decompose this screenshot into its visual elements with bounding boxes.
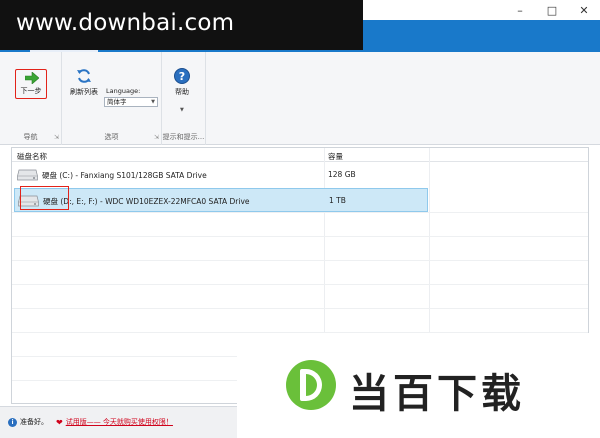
help-button[interactable]: ? 帮助: [169, 66, 195, 98]
disk-row[interactable]: 硬盘 (C:) - Fanxiang S101/128GB SATA Drive…: [14, 163, 428, 187]
status-ready: i 准备好。: [8, 417, 48, 427]
list-header: 磁盘名称 容量: [12, 148, 588, 162]
logo-watermark: 当百下载: [237, 333, 600, 438]
column-header-size[interactable]: 容量: [328, 151, 343, 162]
next-step-button[interactable]: 下一步: [15, 69, 47, 99]
window-controls: – □ ✕: [504, 0, 600, 20]
group-label-navigation: 导航: [23, 133, 38, 141]
help-label: 帮助: [175, 88, 189, 96]
dialog-launcher-icon[interactable]: ⇲: [154, 134, 159, 141]
row-divider: [12, 236, 588, 237]
refresh-list-button[interactable]: 刷新列表: [68, 66, 100, 98]
info-icon: i: [8, 417, 17, 427]
maximize-icon[interactable]: □: [536, 0, 568, 20]
disk-size: 128 GB: [328, 170, 356, 179]
row-divider: [12, 284, 588, 285]
watermark-banner: www.downbai.com: [0, 0, 363, 50]
group-label-options: 选项: [104, 133, 119, 141]
refresh-list-label: 刷新列表: [70, 88, 98, 96]
logo-icon: [286, 360, 336, 410]
disk-name: 硬盘 (D:, E:, F:) - WDC WD10EZEX-22MFCA0 S…: [43, 197, 250, 206]
highlight-box: [20, 186, 69, 210]
row-divider: [12, 212, 588, 213]
ribbon: 下一步 导航 ⇲ 选项 ⇲ 刷新列表 Language: 简体字 ▼ 提示和提示…: [0, 52, 600, 145]
chevron-down-icon: ▼: [151, 99, 155, 105]
language-value: 简体字: [107, 98, 127, 106]
minimize-icon[interactable]: –: [504, 0, 536, 20]
logo-letter-d: [300, 369, 322, 401]
disk-size: 1 TB: [329, 196, 346, 205]
next-step-label: 下一步: [20, 87, 42, 95]
ribbon-group-navigation: 下一步 导航 ⇲: [0, 52, 62, 145]
column-header-name[interactable]: 磁盘名称: [17, 151, 47, 162]
row-divider: [12, 260, 588, 261]
heart-icon: ❤: [56, 417, 63, 427]
language-label: Language:: [106, 87, 141, 95]
row-divider: [12, 308, 588, 309]
arrow-right-icon: [25, 72, 39, 84]
help-dropdown-icon[interactable]: ▼: [180, 107, 184, 113]
language-select[interactable]: 简体字 ▼: [104, 97, 158, 107]
disk-name: 硬盘 (C:) - Fanxiang S101/128GB SATA Drive: [42, 171, 207, 180]
status-ready-text: 准备好。: [20, 418, 48, 426]
hard-drive-icon: [17, 169, 38, 181]
logo-text: 当百下载: [349, 371, 525, 417]
disk-row-selected[interactable]: 硬盘 (D:, E:, F:) - WDC WD10EZEX-22MFCA0 S…: [14, 188, 428, 212]
group-label-tips: 提示和提示...: [162, 133, 205, 141]
trial-link[interactable]: 试用版—— 今天就购买使用权限！: [66, 417, 173, 427]
refresh-icon: [77, 69, 91, 83]
dialog-launcher-icon[interactable]: ⇲: [54, 134, 59, 141]
close-icon[interactable]: ✕: [568, 0, 600, 20]
help-icon: ?: [174, 68, 190, 84]
trial-notice[interactable]: ❤ 试用版—— 今天就购买使用权限！: [56, 417, 173, 427]
